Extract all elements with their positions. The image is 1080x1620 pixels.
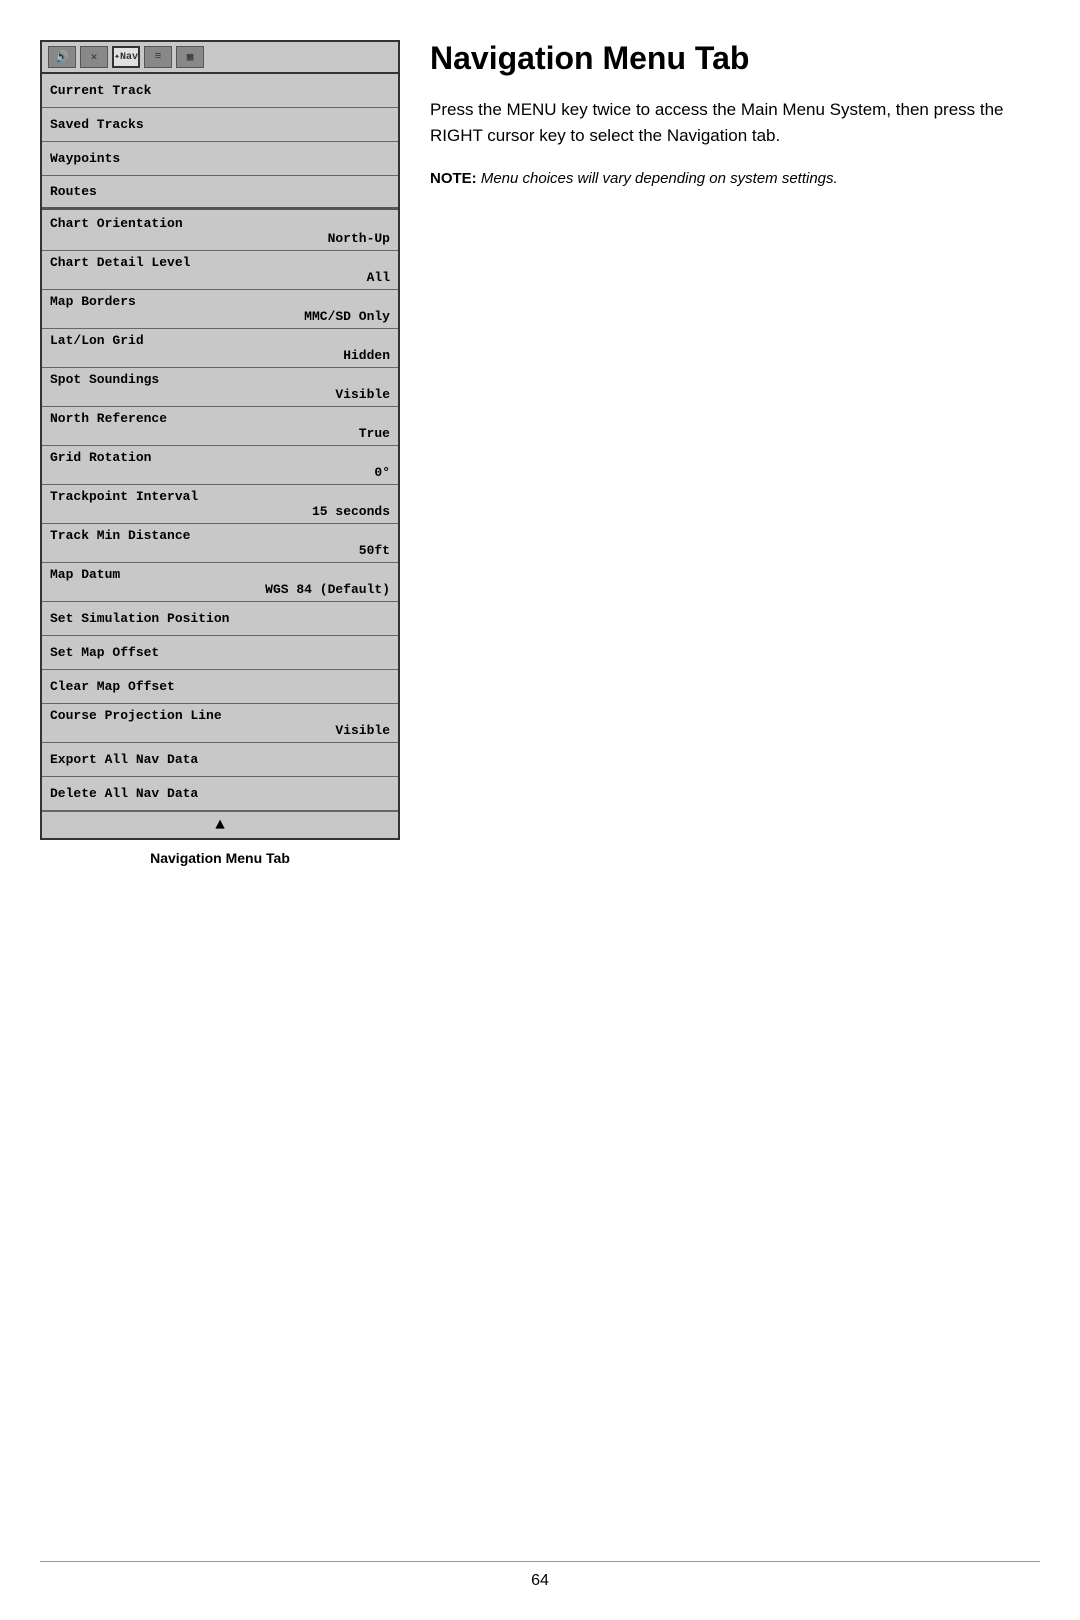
menu-item-map-datum[interactable]: Map Datum WGS 84 (Default) bbox=[42, 563, 398, 602]
menu-item-spot-soundings[interactable]: Spot Soundings Visible bbox=[42, 368, 398, 407]
note-label: NOTE: bbox=[430, 170, 477, 187]
tab-icon-view[interactable]: ▦ bbox=[176, 46, 204, 68]
menu-item-set-map-offset[interactable]: Set Map Offset bbox=[42, 636, 398, 670]
left-panel: 🔊 ✕ ✦Nav ≡ ▦ Current Track Saved Tracks … bbox=[40, 40, 400, 866]
menu-item-map-borders[interactable]: Map Borders MMC/SD Only bbox=[42, 290, 398, 329]
page-title: Navigation Menu Tab bbox=[430, 40, 1040, 77]
menu-item-waypoints[interactable]: Waypoints bbox=[42, 142, 398, 176]
menu-item-lat-lon-grid[interactable]: Lat/Lon Grid Hidden bbox=[42, 329, 398, 368]
tab-icon-audio[interactable]: 🔊 bbox=[48, 46, 76, 68]
menu-item-chart-detail-level[interactable]: Chart Detail Level All bbox=[42, 251, 398, 290]
right-panel: Navigation Menu Tab Press the MENU key t… bbox=[430, 40, 1040, 866]
menu-item-chart-orientation[interactable]: Chart Orientation North-Up bbox=[42, 212, 398, 251]
scroll-indicator: ▲ bbox=[42, 811, 398, 838]
page-number: 64 bbox=[0, 1572, 1080, 1590]
footer-divider bbox=[40, 1561, 1040, 1562]
menu-item-set-simulation-position[interactable]: Set Simulation Position bbox=[42, 602, 398, 636]
device-caption: Navigation Menu Tab bbox=[40, 850, 400, 866]
note-block: NOTE: Menu choices will vary depending o… bbox=[430, 168, 1040, 189]
menu-item-grid-rotation[interactable]: Grid Rotation 0° bbox=[42, 446, 398, 485]
menu-item-clear-map-offset[interactable]: Clear Map Offset bbox=[42, 670, 398, 704]
device-screen: 🔊 ✕ ✦Nav ≡ ▦ Current Track Saved Tracks … bbox=[40, 40, 400, 840]
intro-text: Press the MENU key twice to access the M… bbox=[430, 97, 1040, 148]
tab-icon-menu[interactable]: ≡ bbox=[144, 46, 172, 68]
page-footer: 64 bbox=[0, 1561, 1080, 1590]
menu-item-routes[interactable]: Routes bbox=[42, 176, 398, 210]
menu-item-delete-all-nav-data[interactable]: Delete All Nav Data bbox=[42, 777, 398, 811]
menu-item-course-projection-line[interactable]: Course Projection Line Visible bbox=[42, 704, 398, 743]
tab-icon-nav[interactable]: ✦Nav bbox=[112, 46, 140, 68]
menu-item-saved-tracks[interactable]: Saved Tracks bbox=[42, 108, 398, 142]
menu-item-north-reference[interactable]: North Reference True bbox=[42, 407, 398, 446]
tab-icon-x[interactable]: ✕ bbox=[80, 46, 108, 68]
menu-item-current-track[interactable]: Current Track bbox=[42, 74, 398, 108]
menu-item-trackpoint-interval[interactable]: Trackpoint Interval 15 seconds bbox=[42, 485, 398, 524]
note-text: Menu choices will vary depending on syst… bbox=[477, 170, 838, 187]
menu-item-track-min-distance[interactable]: Track Min Distance 50ft bbox=[42, 524, 398, 563]
tab-bar: 🔊 ✕ ✦Nav ≡ ▦ bbox=[42, 42, 398, 74]
menu-item-export-all-nav-data[interactable]: Export All Nav Data bbox=[42, 743, 398, 777]
